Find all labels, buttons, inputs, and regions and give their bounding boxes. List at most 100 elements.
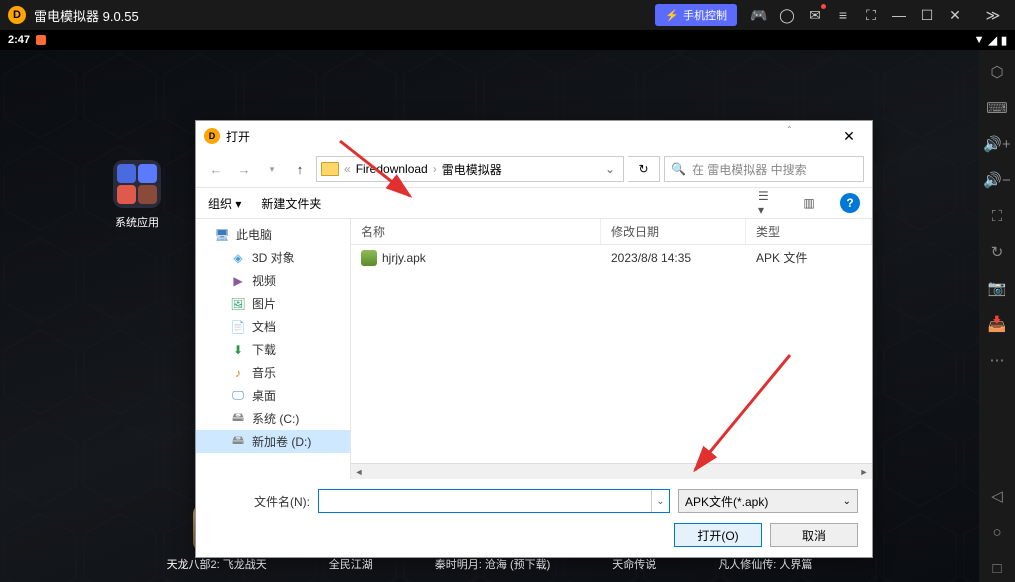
nav-recents-icon[interactable]: □ xyxy=(983,554,1011,582)
close-button[interactable]: ✕ xyxy=(941,1,969,29)
file-list[interactable]: hjrjy.apk 2023/8/8 14:35 APK 文件 xyxy=(351,245,872,463)
tool-settings-icon[interactable]: ⬡ xyxy=(983,58,1011,86)
tool-install-icon[interactable]: 📥 xyxy=(983,310,1011,338)
fullscreen-icon[interactable]: ⛶ xyxy=(857,1,885,29)
tree-item-pc[interactable]: 🖥此电脑 xyxy=(196,223,350,246)
system-apps-folder[interactable]: 系统应用 xyxy=(113,160,161,230)
document-icon: 📄 xyxy=(230,319,246,335)
dialog-nav-bar: ← → ▾ ↑ « Firedownload › 雷电模拟器 ⌄ ↻ 🔍 在 雷… xyxy=(196,151,872,187)
apk-file-icon xyxy=(361,250,377,266)
tool-fullscreen-icon[interactable]: ⛶ xyxy=(983,202,1011,230)
dock-item-label: 秦时明月: 沧海 (预下载) xyxy=(435,556,551,572)
tree-item-desktop[interactable]: 🖵桌面 xyxy=(196,384,350,407)
tree-item-3d[interactable]: ◈ 3D 对象 xyxy=(196,246,350,269)
tool-volume-up-icon[interactable]: 🔊+ xyxy=(983,130,1011,158)
emulator-desktop[interactable]: 系统应用 天龙八部2: 飞龙战天 全民江湖 秦时明月: 沧海 (预下载) 天命传… xyxy=(0,50,979,582)
column-date[interactable]: 修改日期 xyxy=(601,219,746,244)
minimize-button[interactable]: — xyxy=(885,1,913,29)
dialog-logo-icon: D xyxy=(204,128,220,144)
dock-item-label: 全民江湖 xyxy=(327,556,375,572)
tool-screenshot-icon[interactable]: 📷 xyxy=(983,274,1011,302)
phone-control-button[interactable]: ⚡ 手机控制 xyxy=(655,4,737,26)
tree-label: 下载 xyxy=(252,341,276,358)
tree-item-music[interactable]: ♪ 音乐 xyxy=(196,361,350,384)
dialog-close-button[interactable]: ✕ xyxy=(834,124,864,148)
preview-pane-button[interactable]: ▥ xyxy=(798,192,820,214)
tool-more-icon[interactable]: ⋯ xyxy=(983,346,1011,374)
dialog-footer: 文件名(N): ⌄ APK文件(*.apk) ⌄ 打开(O) 取消 xyxy=(196,479,872,557)
tree-item-documents[interactable]: 📄 文档 xyxy=(196,315,350,338)
filename-input[interactable] xyxy=(319,490,651,512)
user-icon[interactable]: ◯ xyxy=(773,1,801,29)
tree-item-downloads[interactable]: ⬇下载 xyxy=(196,338,350,361)
file-name: hjrjy.apk xyxy=(382,251,426,265)
drive-icon: 🖴 xyxy=(230,434,246,450)
search-icon: 🔍 xyxy=(671,162,686,176)
picture-icon: 🖼 xyxy=(230,296,246,312)
open-button[interactable]: 打开(O) xyxy=(674,523,762,547)
gamepad-icon[interactable]: 🎮 xyxy=(745,1,773,29)
tree-item-video[interactable]: ▶视频 xyxy=(196,269,350,292)
filename-input-wrap: ⌄ xyxy=(318,489,670,513)
folder-icon xyxy=(321,162,339,176)
search-placeholder: 在 雷电模拟器 中搜索 xyxy=(692,161,807,178)
dock-item-label: 天命传说 xyxy=(610,556,658,572)
tree-label: 文档 xyxy=(252,318,276,335)
tree-label: 系统 (C:) xyxy=(252,410,299,427)
horizontal-scrollbar[interactable]: ◄ ► xyxy=(351,463,872,479)
nav-back-icon[interactable]: ◁ xyxy=(983,482,1011,510)
tree-item-drive-d[interactable]: 🖴 新加卷 (D:) xyxy=(196,430,350,453)
nav-dropdown-button[interactable]: ▾ xyxy=(260,157,284,181)
column-type[interactable]: 类型 xyxy=(746,219,872,244)
nav-back-button[interactable]: ← xyxy=(204,157,228,181)
tree-label: 此电脑 xyxy=(236,226,272,243)
nav-up-button[interactable]: ↑ xyxy=(288,157,312,181)
dock-item-label: 凡人修仙传: 人界篇 xyxy=(718,556,812,572)
app-title: 雷电模拟器 9.0.55 xyxy=(34,6,139,25)
tree-label: 音乐 xyxy=(252,364,276,381)
status-time: 2:47 xyxy=(8,34,30,46)
view-mode-button[interactable]: ☰ ▾ xyxy=(756,192,778,214)
file-row[interactable]: hjrjy.apk 2023/8/8 14:35 APK 文件 xyxy=(351,245,872,270)
tool-volume-down-icon[interactable]: 🔊− xyxy=(983,166,1011,194)
tool-rotate-icon[interactable]: ↻ xyxy=(983,238,1011,266)
column-name[interactable]: 名称⌃ xyxy=(351,219,601,244)
search-input[interactable]: 🔍 在 雷电模拟器 中搜索 xyxy=(664,156,864,182)
nav-forward-button[interactable]: → xyxy=(232,157,256,181)
music-icon: ♪ xyxy=(230,365,246,381)
chevron-down-icon: ⌄ xyxy=(843,496,851,507)
bolt-icon: ⚡ xyxy=(665,9,679,22)
refresh-button[interactable]: ↻ xyxy=(628,156,660,182)
tree-item-pictures[interactable]: 🖼图片 xyxy=(196,292,350,315)
folder-tree: 🖥此电脑 ◈3D 对象 ▶视频 🖼图片 📄文档 ⬇下载 ♪音乐 🖵桌面 🖴系统 … xyxy=(196,219,351,479)
nav-home-icon[interactable]: ○ xyxy=(983,518,1011,546)
battery-icon: ▮ xyxy=(1001,34,1007,47)
organize-button[interactable]: 组织 ▾ xyxy=(208,195,241,212)
app-titlebar: D 雷电模拟器 9.0.55 ⚡ 手机控制 🎮 ◯ ✉ ≡ ⛶ — ☐ ✕ ≫ xyxy=(0,0,1015,30)
file-type-filter[interactable]: APK文件(*.apk) ⌄ xyxy=(678,489,858,513)
tool-keyboard-icon[interactable]: ⌨ xyxy=(983,94,1011,122)
breadcrumb[interactable]: « Firedownload › 雷电模拟器 ⌄ xyxy=(316,156,624,182)
breadcrumb-part[interactable]: Firedownload xyxy=(356,162,428,176)
tree-item-drive-c[interactable]: 🖴系统 (C:) xyxy=(196,407,350,430)
object-icon: ◈ xyxy=(230,250,246,266)
breadcrumb-part[interactable]: 雷电模拟器 xyxy=(442,161,502,178)
new-folder-button[interactable]: 新建文件夹 xyxy=(261,195,321,212)
scroll-left-button[interactable]: ◄ xyxy=(351,464,367,480)
dock-item-label: 天龙八部2: 飞龙战天 xyxy=(167,556,267,572)
breadcrumb-dropdown-icon[interactable]: ⌄ xyxy=(601,162,619,176)
tree-label: 3D 对象 xyxy=(252,249,295,266)
desktop-icon: 🖵 xyxy=(230,388,246,404)
help-button[interactable]: ? xyxy=(840,193,860,213)
breadcrumb-sep: › xyxy=(430,162,440,176)
phone-control-label: 手机控制 xyxy=(683,7,727,23)
dialog-titlebar: D 打开 ✕ xyxy=(196,121,872,151)
menu-icon[interactable]: ≡ xyxy=(829,1,857,29)
maximize-button[interactable]: ☐ xyxy=(913,1,941,29)
scroll-right-button[interactable]: ► xyxy=(856,464,872,480)
tree-label: 新加卷 (D:) xyxy=(252,433,311,450)
cancel-button[interactable]: 取消 xyxy=(770,523,858,547)
filename-dropdown-button[interactable]: ⌄ xyxy=(651,490,669,512)
notification-dot xyxy=(821,4,826,9)
collapse-sidebar-icon[interactable]: ≫ xyxy=(979,1,1007,29)
